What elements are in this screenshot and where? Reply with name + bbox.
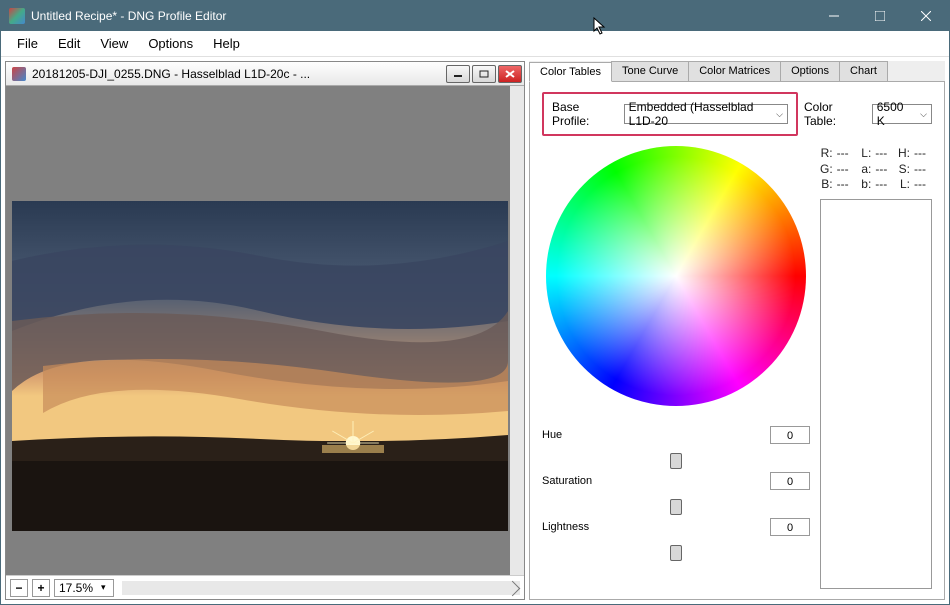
doc-titlebar: 20181205-DJI_0255.DNG - Hasselblad L1D-2… [6,62,524,86]
chevron-down-icon: ▾ [101,582,106,593]
color-table-label: Color Table: [804,100,866,128]
menu-help[interactable]: Help [203,32,250,55]
zoom-select[interactable]: 17.5% ▾ [54,579,114,597]
swatch-list[interactable] [820,199,932,589]
hue-slider-row: Hue 0 [542,426,810,444]
doc-minimize-button[interactable] [446,65,470,83]
vertical-scrollbar[interactable] [510,86,524,575]
image-viewport[interactable] [6,86,524,575]
image-subwindow: 20181205-DJI_0255.DNG - Hasselblad L1D-2… [5,61,525,600]
chevron-down-icon: ⌵ [920,109,927,120]
close-button[interactable] [903,1,949,31]
app-window: Untitled Recipe* - DNG Profile Editor Fi… [0,0,950,605]
tab-tone-curve[interactable]: Tone Curve [611,61,689,81]
saturation-label: Saturation [542,475,762,487]
zoom-out-button[interactable]: − [10,579,28,597]
maximize-button[interactable] [857,1,903,31]
menu-file[interactable]: File [7,32,48,55]
titlebar: Untitled Recipe* - DNG Profile Editor [1,1,949,31]
window-title: Untitled Recipe* - DNG Profile Editor [31,9,811,23]
base-profile-label: Base Profile: [552,100,618,128]
doc-icon [12,67,26,81]
saturation-value[interactable]: 0 [770,472,810,490]
menu-edit[interactable]: Edit [48,32,90,55]
tab-options[interactable]: Options [780,61,840,81]
base-profile-value: Embedded (Hasselblad L1D-20 [629,100,771,128]
minimize-button[interactable] [811,1,857,31]
zoom-value: 17.5% [59,581,93,595]
color-readouts: R:---L:---H:--- G:---a:---S:--- B:---b:-… [820,146,932,193]
image-bottombar: − + 17.5% ▾ [6,575,524,599]
color-table-value: 6500 K [877,100,914,128]
lightness-value[interactable]: 0 [770,518,810,536]
lightness-slider-row: Lightness 0 [542,518,810,536]
lightness-label: Lightness [542,521,762,533]
zoom-in-button[interactable]: + [32,579,50,597]
saturation-slider-row: Saturation 0 [542,472,810,490]
menu-view[interactable]: View [90,32,138,55]
hue-label: Hue [542,429,762,441]
doc-title: 20181205-DJI_0255.DNG - Hasselblad L1D-2… [32,67,444,81]
chevron-down-icon: ⌵ [776,109,783,120]
color-tables-panel: Base Profile: Embedded (Hasselblad L1D-2… [529,82,945,600]
tab-strip: Color Tables Tone Curve Color Matrices O… [529,61,945,82]
doc-close-button[interactable] [498,65,522,83]
doc-maximize-button[interactable] [472,65,496,83]
menu-options[interactable]: Options [138,32,203,55]
hue-value[interactable]: 0 [770,426,810,444]
right-pane: Color Tables Tone Curve Color Matrices O… [529,61,945,600]
app-icon [9,8,25,24]
tab-color-tables[interactable]: Color Tables [529,62,612,82]
menubar: File Edit View Options Help [1,31,949,57]
preview-image [12,201,508,531]
tab-chart[interactable]: Chart [839,61,888,81]
tab-color-matrices[interactable]: Color Matrices [688,61,781,81]
base-profile-highlight: Base Profile: Embedded (Hasselblad L1D-2… [542,92,798,136]
color-wheel[interactable] [546,146,806,406]
horizontal-scrollbar[interactable] [122,581,520,595]
color-table-select[interactable]: 6500 K ⌵ [872,104,932,124]
base-profile-select[interactable]: Embedded (Hasselblad L1D-20 ⌵ [624,104,788,124]
